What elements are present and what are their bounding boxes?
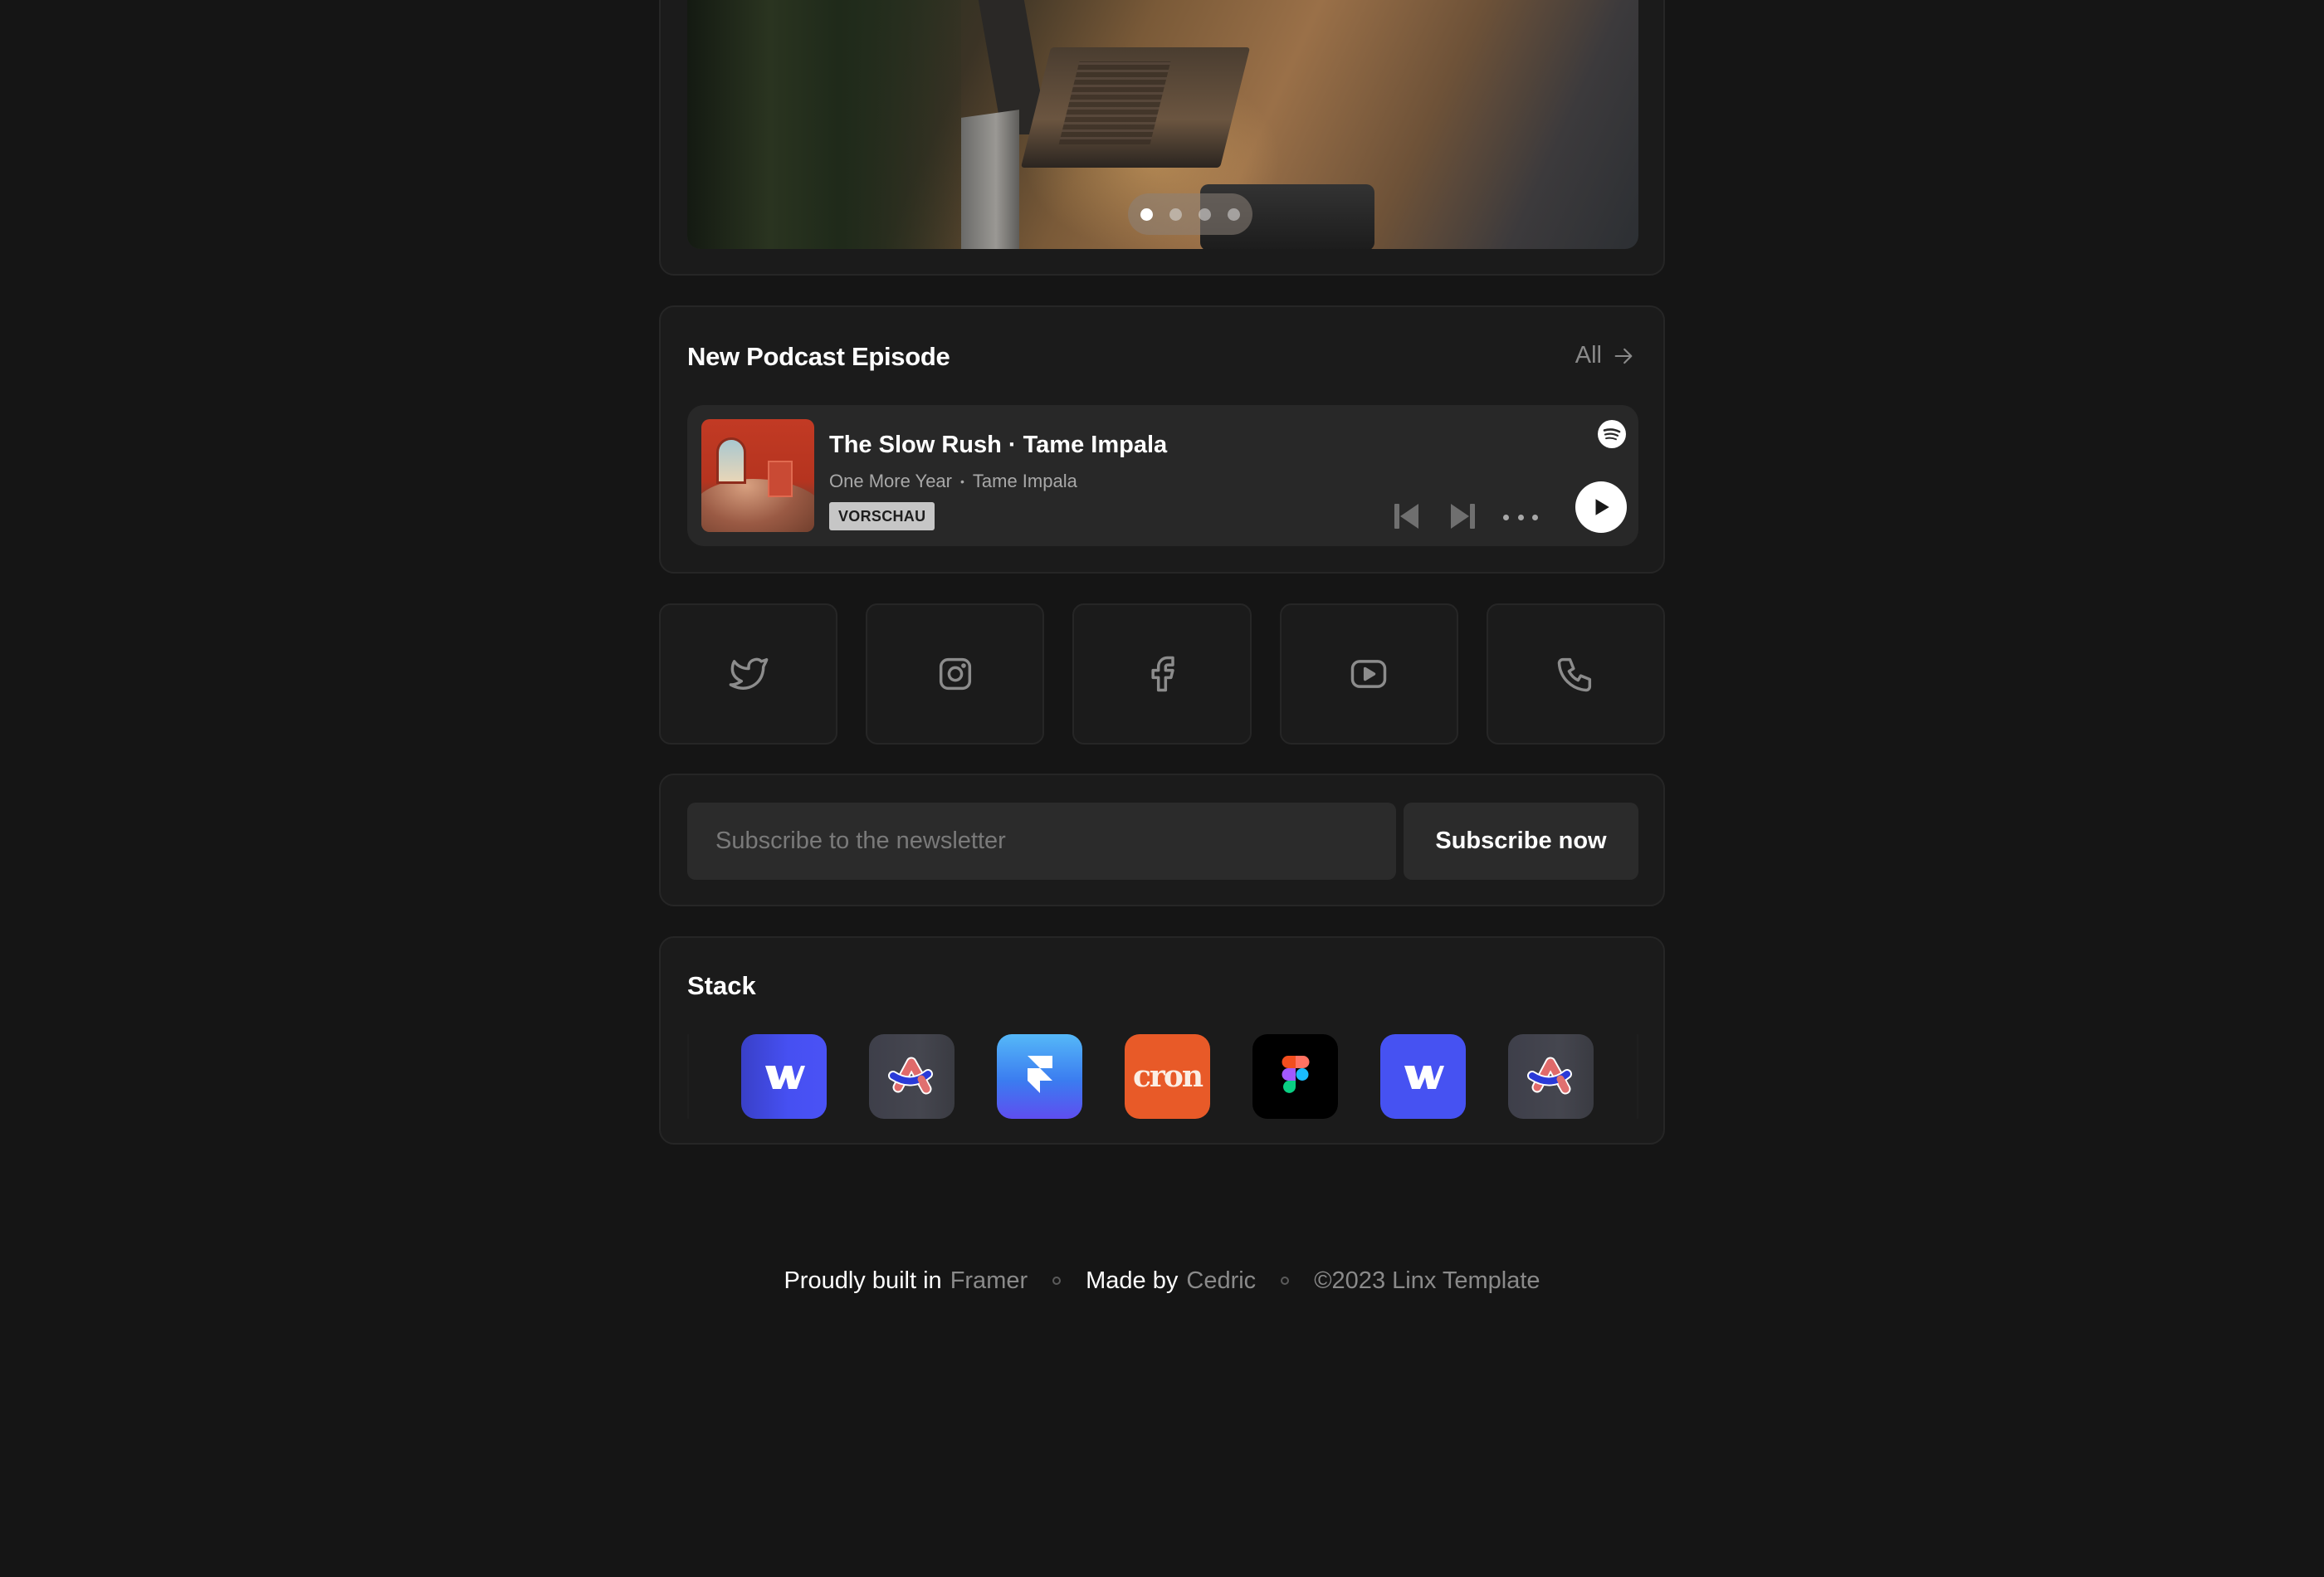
social-link-phone[interactable] [1486,603,1666,745]
album-art-sand [701,479,814,532]
arrow-right-icon [1614,348,1633,364]
preview-badge: VORSCHAU [829,502,935,530]
cron-icon: cron [1132,1059,1204,1094]
album-art-door [768,461,793,497]
footer-made-by: Made by Cedric [1086,1267,1256,1295]
more-dot [1517,514,1524,520]
footer: Proudly built in Framer Made by Cedric ©… [0,1261,2324,1301]
social-link-youtube[interactable] [1279,603,1458,745]
webflow-icon [1404,1066,1444,1089]
footer-built-prefix: Proudly built in [784,1267,942,1294]
more-options-button[interactable] [1503,505,1538,530]
carousel-dot-3[interactable] [1199,208,1211,221]
footer-made-prefix: Made by [1086,1267,1179,1294]
song-name[interactable]: One More Year [829,471,952,492]
footer-copyright: ©2023 Linx Template [1314,1267,1540,1294]
podcast-card: New Podcast Episode All The Slow Rush · … [659,305,1665,574]
webflow-icon [764,1066,805,1089]
stack-item-framer[interactable] [997,1034,1082,1119]
stack-section-title: Stack [687,971,756,1000]
hero-card [659,0,1665,276]
carousel-pagination [1128,193,1252,235]
arc-icon [887,1057,933,1095]
carousel-dot-2[interactable] [1169,208,1182,221]
more-dot [1532,514,1538,520]
stack-card: Stack cron [659,936,1665,1145]
newsletter-card: Subscribe now [659,774,1665,906]
footer-author-link[interactable]: Cedric [1186,1267,1256,1295]
track-subtitle: One More Year • Tame Impala [829,471,1077,492]
stack-item-arc[interactable] [869,1034,954,1119]
podcast-section-title: New Podcast Episode [687,342,950,371]
speaker-shape [961,110,1019,249]
figma-icon [1282,1056,1309,1093]
footer-separator [1052,1277,1062,1285]
facebook-icon [1151,656,1174,692]
play-icon [1595,499,1609,515]
view-all-label: All [1575,342,1602,369]
twitter-icon [729,657,768,690]
subscribe-button[interactable]: Subscribe now [1404,803,1638,880]
stack-item-webflow[interactable] [741,1034,827,1119]
carousel-dot-4[interactable] [1228,208,1240,221]
track-title[interactable]: The Slow Rush · Tame Impala [829,432,1167,459]
previous-track-button[interactable] [1394,502,1420,530]
stack-item-cron[interactable]: cron [1125,1034,1210,1119]
play-button[interactable] [1575,481,1627,533]
stack-item-webflow-2[interactable] [1380,1034,1466,1119]
framer-icon [1027,1056,1052,1093]
social-link-twitter[interactable] [659,603,838,745]
spotify-player: The Slow Rush · Tame Impala One More Yea… [687,405,1638,546]
spotify-icon[interactable] [1597,419,1627,449]
carousel-dot-1[interactable] [1140,208,1153,221]
album-art-window [716,437,746,484]
plant-shape [687,0,961,249]
next-track-button[interactable] [1449,502,1476,530]
footer-framer-link[interactable]: Framer [950,1267,1028,1295]
hero-image [687,0,1638,249]
subtitle-separator: • [959,475,964,488]
stack-item-figma[interactable] [1252,1034,1338,1119]
phone-icon [1558,657,1592,692]
social-link-instagram[interactable] [866,603,1045,745]
view-all-link[interactable]: All [1575,342,1635,369]
social-link-facebook[interactable] [1072,603,1252,745]
newsletter-email-input[interactable] [687,803,1396,880]
footer-built-in: Proudly built in Framer [784,1267,1028,1295]
stack-icons-row: cron [687,1034,1638,1119]
arc-icon [1526,1057,1572,1095]
album-art[interactable] [701,419,814,532]
artist-name[interactable]: Tame Impala [973,471,1077,492]
instagram-icon [939,657,971,691]
stack-item-arc-2[interactable] [1508,1034,1594,1119]
more-dot [1503,514,1509,520]
footer-separator [1281,1277,1290,1285]
youtube-icon [1350,660,1387,688]
social-links-row [659,603,1666,745]
